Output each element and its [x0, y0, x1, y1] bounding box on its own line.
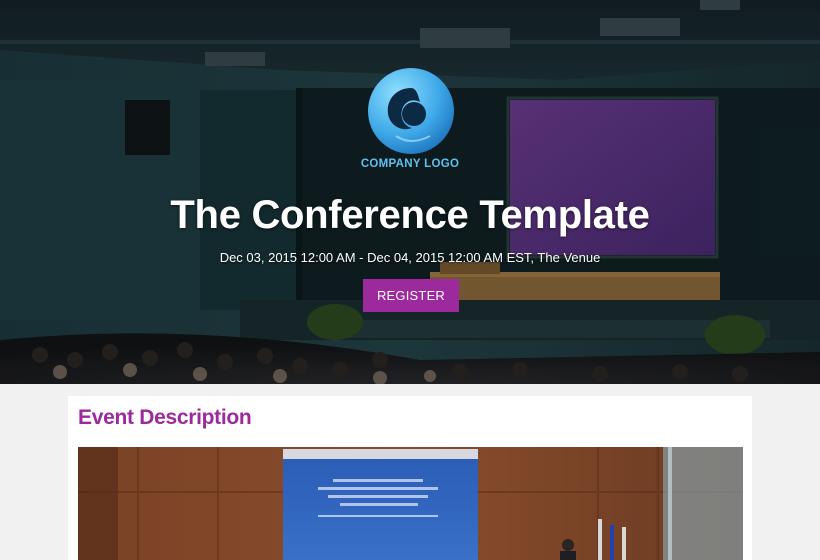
company-logo-icon	[368, 68, 454, 154]
section-title: Event Description	[78, 406, 252, 429]
logo-text: COMPANY LOGO	[360, 158, 460, 170]
event-datetime-venue: Dec 03, 2015 12:00 AM - Dec 04, 2015 12:…	[219, 250, 601, 265]
hero-content: COMPANY LOGO The Conference Template Dec…	[0, 0, 820, 384]
register-button[interactable]: REGISTER	[363, 279, 459, 312]
event-photo	[78, 447, 743, 560]
event-description-card: Event Description	[68, 396, 752, 560]
presentation-room-image	[78, 447, 743, 560]
hero-banner: COMPANY LOGO The Conference Template Dec…	[0, 0, 820, 384]
page-title: The Conference Template	[170, 193, 650, 237]
